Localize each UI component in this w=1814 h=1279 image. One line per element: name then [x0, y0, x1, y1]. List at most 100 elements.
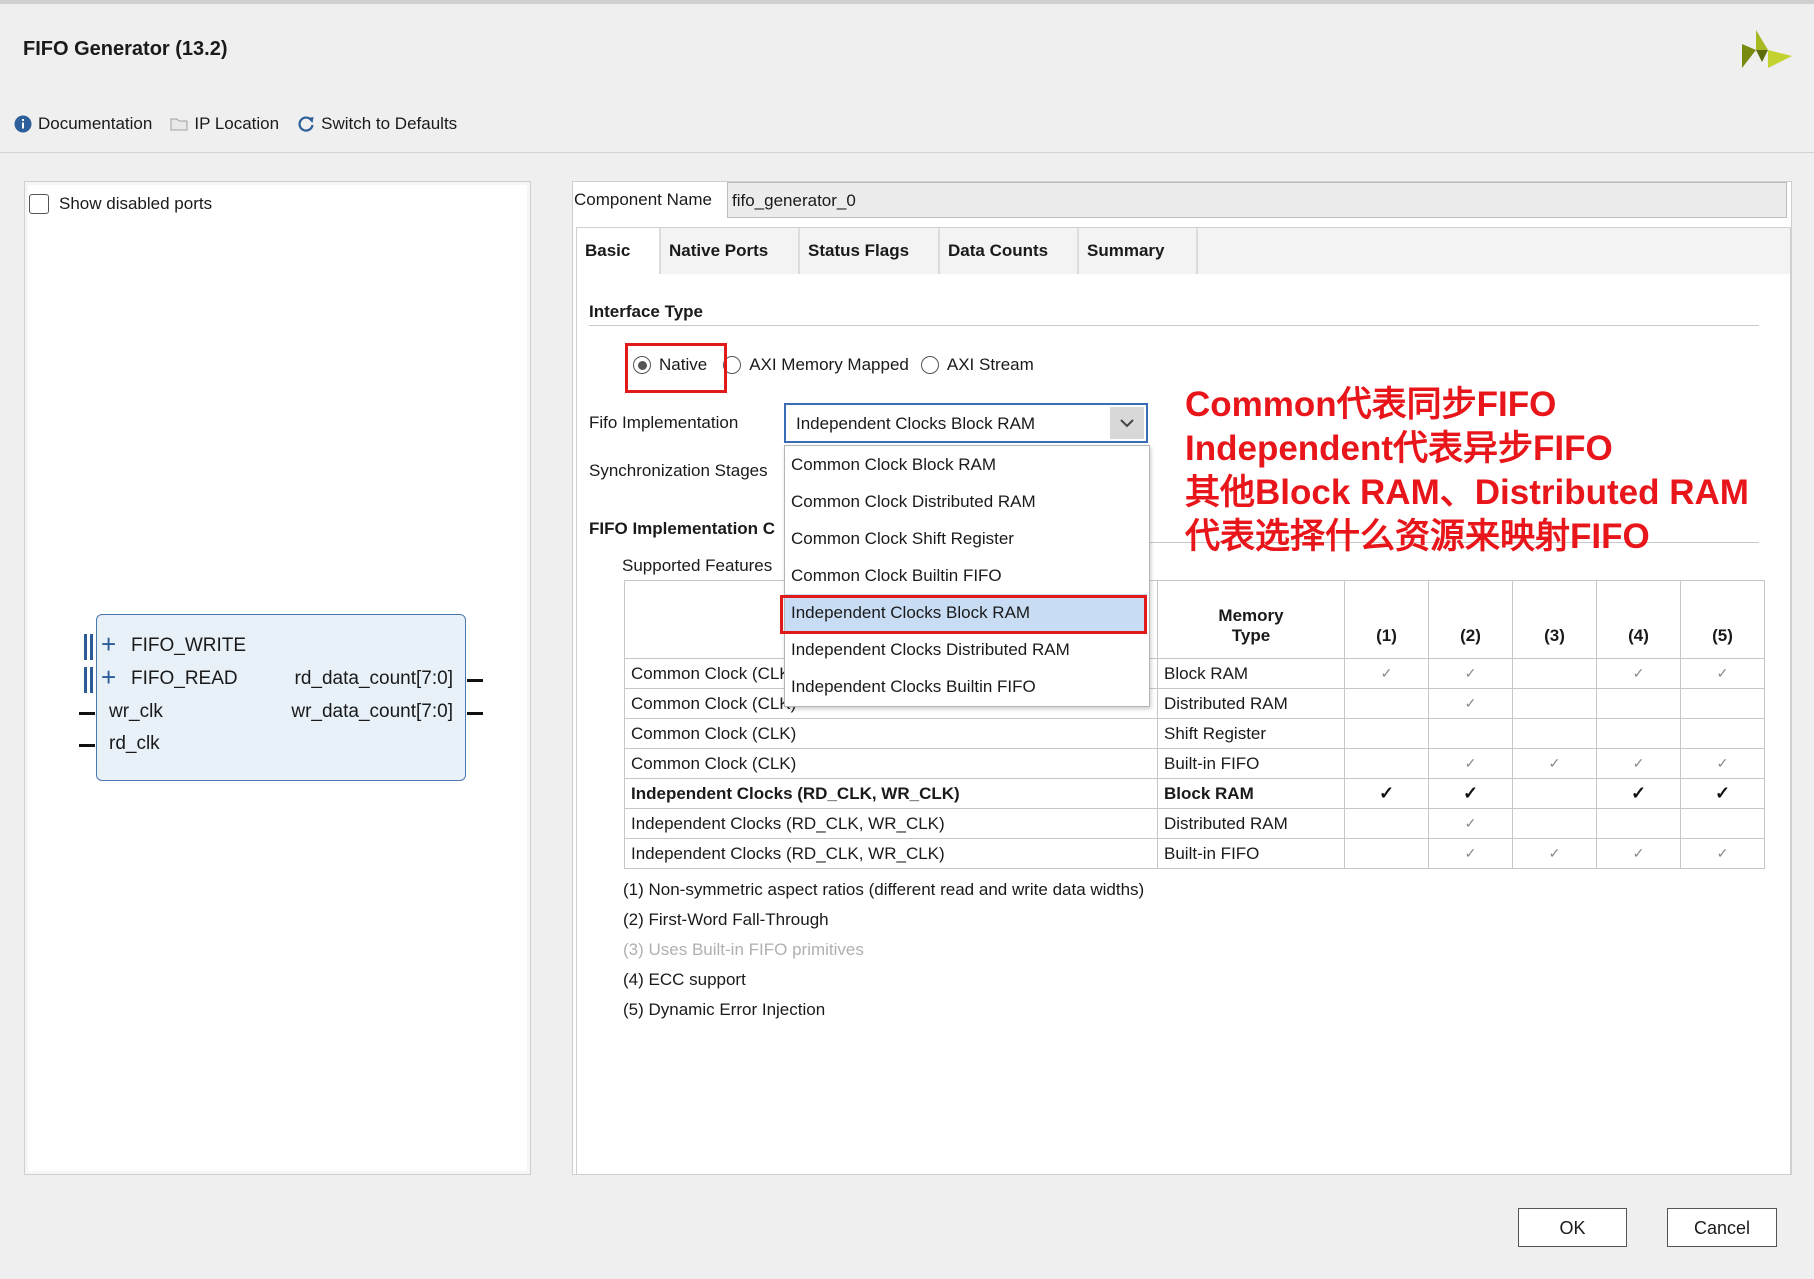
cell-check: ✓ — [1596, 778, 1681, 809]
interface-type-heading: Interface Type — [589, 302, 704, 321]
tab-native-ports[interactable]: Native Ports — [661, 228, 800, 274]
annotation-line-1: Common代表同步FIFO — [1185, 385, 1557, 424]
cell-check — [1344, 838, 1429, 869]
cell-check: ✓ — [1428, 748, 1513, 779]
selected-option-highlight-box — [780, 595, 1147, 634]
documentation-button[interactable]: Documentation — [14, 114, 152, 134]
cell-check: ✓ — [1428, 658, 1513, 689]
refresh-icon — [298, 116, 314, 132]
cell-check — [1344, 688, 1429, 719]
cell-check: ✓ — [1344, 778, 1429, 809]
cell-clock: Common Clock (CLK) — [624, 748, 1158, 779]
radio-axi-memory-mapped-option[interactable]: AXI Memory Mapped — [723, 355, 909, 375]
cell-check — [1680, 808, 1765, 839]
cell-check — [1596, 688, 1681, 719]
port-fifo-write: FIFO_WRITE — [131, 635, 247, 656]
cell-clock: Independent Clocks (RD_CLK, WR_CLK) — [624, 808, 1158, 839]
cell-check: ✓ — [1428, 778, 1513, 809]
cell-memory: Built-in FIFO — [1157, 748, 1345, 779]
fifo-read-expand-icon[interactable]: + — [101, 664, 116, 690]
cell-check: ✓ — [1680, 838, 1765, 869]
rd-data-count-pin — [467, 679, 483, 682]
table-row-selected: Independent Clocks (RD_CLK, WR_CLK) Bloc… — [624, 778, 1765, 809]
native-highlight-box — [625, 343, 727, 393]
documentation-label: Documentation — [38, 114, 153, 133]
memory-header-line-2: Type — [1231, 626, 1271, 645]
cell-check — [1512, 718, 1597, 749]
dropdown-option[interactable]: Common Clock Distributed RAM — [785, 483, 1147, 520]
tab-data-counts[interactable]: Data Counts — [940, 228, 1079, 274]
annotation-line-4: 代表选择什么资源来映射FIFO — [1185, 517, 1650, 556]
ok-button[interactable]: OK — [1518, 1208, 1627, 1247]
fifo-implementation-dropdown-button[interactable] — [1110, 407, 1144, 439]
dropdown-option[interactable]: Common Clock Builtin FIFO — [785, 557, 1147, 594]
port-rd-clk: rd_clk — [109, 733, 160, 754]
component-name-input[interactable]: fifo_generator_0 — [727, 182, 1787, 218]
cell-memory: Block RAM — [1157, 658, 1345, 689]
show-disabled-ports-label: Show disabled ports — [59, 194, 213, 213]
cell-check — [1428, 718, 1513, 749]
tab-status-flags[interactable]: Status Flags — [800, 228, 940, 274]
cell-clock: Common Clock (CLK) — [624, 718, 1158, 749]
tab-bar: Basic Native Ports Status Flags Data Cou… — [577, 228, 1198, 274]
cell-check: ✓ — [1680, 658, 1765, 689]
interface-type-divider — [589, 325, 1759, 326]
cell-check: ✓ — [1428, 838, 1513, 869]
dropdown-option[interactable]: Common Clock Shift Register — [785, 520, 1147, 557]
table-row: Independent Clocks (RD_CLK, WR_CLK) Buil… — [624, 838, 1765, 869]
fifo-read-bus-marker-2 — [90, 667, 93, 693]
fifo-write-expand-icon[interactable]: + — [101, 631, 116, 657]
cell-check: ✓ — [1596, 748, 1681, 779]
ip-location-button[interactable]: IP Location — [170, 114, 279, 134]
fifo-implementation-options-heading: FIFO Implementation C — [589, 519, 776, 538]
dropdown-option[interactable]: Common Clock Block RAM — [785, 446, 1147, 483]
cell-check: ✓ — [1680, 778, 1765, 809]
cell-memory: Distributed RAM — [1157, 808, 1345, 839]
switch-to-defaults-label: Switch to Defaults — [321, 114, 458, 133]
dropdown-option[interactable]: Independent Clocks Distributed RAM — [785, 631, 1147, 668]
tab-summary[interactable]: Summary — [1079, 228, 1198, 274]
fifo-read-bus-marker — [84, 667, 87, 693]
cancel-button[interactable]: Cancel — [1667, 1208, 1777, 1247]
cell-check: ✓ — [1428, 688, 1513, 719]
table-row: Independent Clocks (RD_CLK, WR_CLK) Dist… — [624, 808, 1765, 839]
switch-to-defaults-button[interactable]: Switch to Defaults — [297, 114, 457, 134]
cell-clock: Independent Clocks (RD_CLK, WR_CLK) — [624, 778, 1158, 809]
tab-basic[interactable]: Basic — [577, 228, 661, 274]
cell-check — [1680, 718, 1765, 749]
cell-check — [1512, 808, 1597, 839]
cell-clock: Independent Clocks (RD_CLK, WR_CLK) — [624, 838, 1158, 869]
cell-check: ✓ — [1428, 808, 1513, 839]
wr-clk-pin — [79, 712, 95, 715]
folder-icon — [170, 118, 188, 131]
toolbar: Documentation IP Location Switch to Defa… — [14, 114, 475, 134]
fifo-write-bus-marker-2 — [90, 634, 93, 660]
footnote-5: (5) Dynamic Error Injection — [623, 1000, 826, 1019]
fifo-implementation-label: Fifo Implementation — [589, 413, 739, 432]
fifo-symbol-block: + FIFO_WRITE + FIFO_READ wr_clk rd_clk r… — [79, 614, 483, 781]
cell-memory: Distributed RAM — [1157, 688, 1345, 719]
wr-data-count-pin — [467, 712, 483, 715]
cell-check — [1512, 658, 1597, 689]
radio-axi-stream[interactable] — [920, 356, 939, 374]
radio-axi-stream-option[interactable]: AXI Stream — [920, 355, 1034, 375]
table-row: Common Clock (CLK) Shift Register — [624, 718, 1765, 749]
dropdown-option[interactable]: Independent Clocks Builtin FIFO — [785, 668, 1147, 705]
fifo-implementation-value: Independent Clocks Block RAM — [796, 414, 1036, 433]
port-wr-clk: wr_clk — [109, 701, 163, 722]
xilinx-logo-icon — [1742, 30, 1792, 68]
fifo-implementation-select[interactable]: Independent Clocks Block RAM — [784, 403, 1148, 443]
footnote-2: (2) First-Word Fall-Through — [623, 910, 829, 929]
fifo-write-bus-marker — [84, 634, 87, 660]
port-rd-data-count: rd_data_count[7:0] — [294, 668, 453, 689]
component-name-label: Component Name — [574, 190, 712, 209]
cell-check: ✓ — [1596, 838, 1681, 869]
show-disabled-ports-row[interactable]: Show disabled ports — [29, 194, 212, 214]
table-header-col-2: (2) — [1428, 580, 1513, 659]
cell-memory: Shift Register — [1157, 718, 1345, 749]
supported-features-label: Supported Features — [622, 556, 773, 575]
table-row: Common Clock (CLK) Built-in FIFO ✓ ✓ ✓ ✓ — [624, 748, 1765, 779]
synchronization-stages-label: Synchronization Stages — [589, 461, 768, 480]
cell-memory: Built-in FIFO — [1157, 838, 1345, 869]
show-disabled-ports-checkbox[interactable] — [29, 194, 49, 214]
